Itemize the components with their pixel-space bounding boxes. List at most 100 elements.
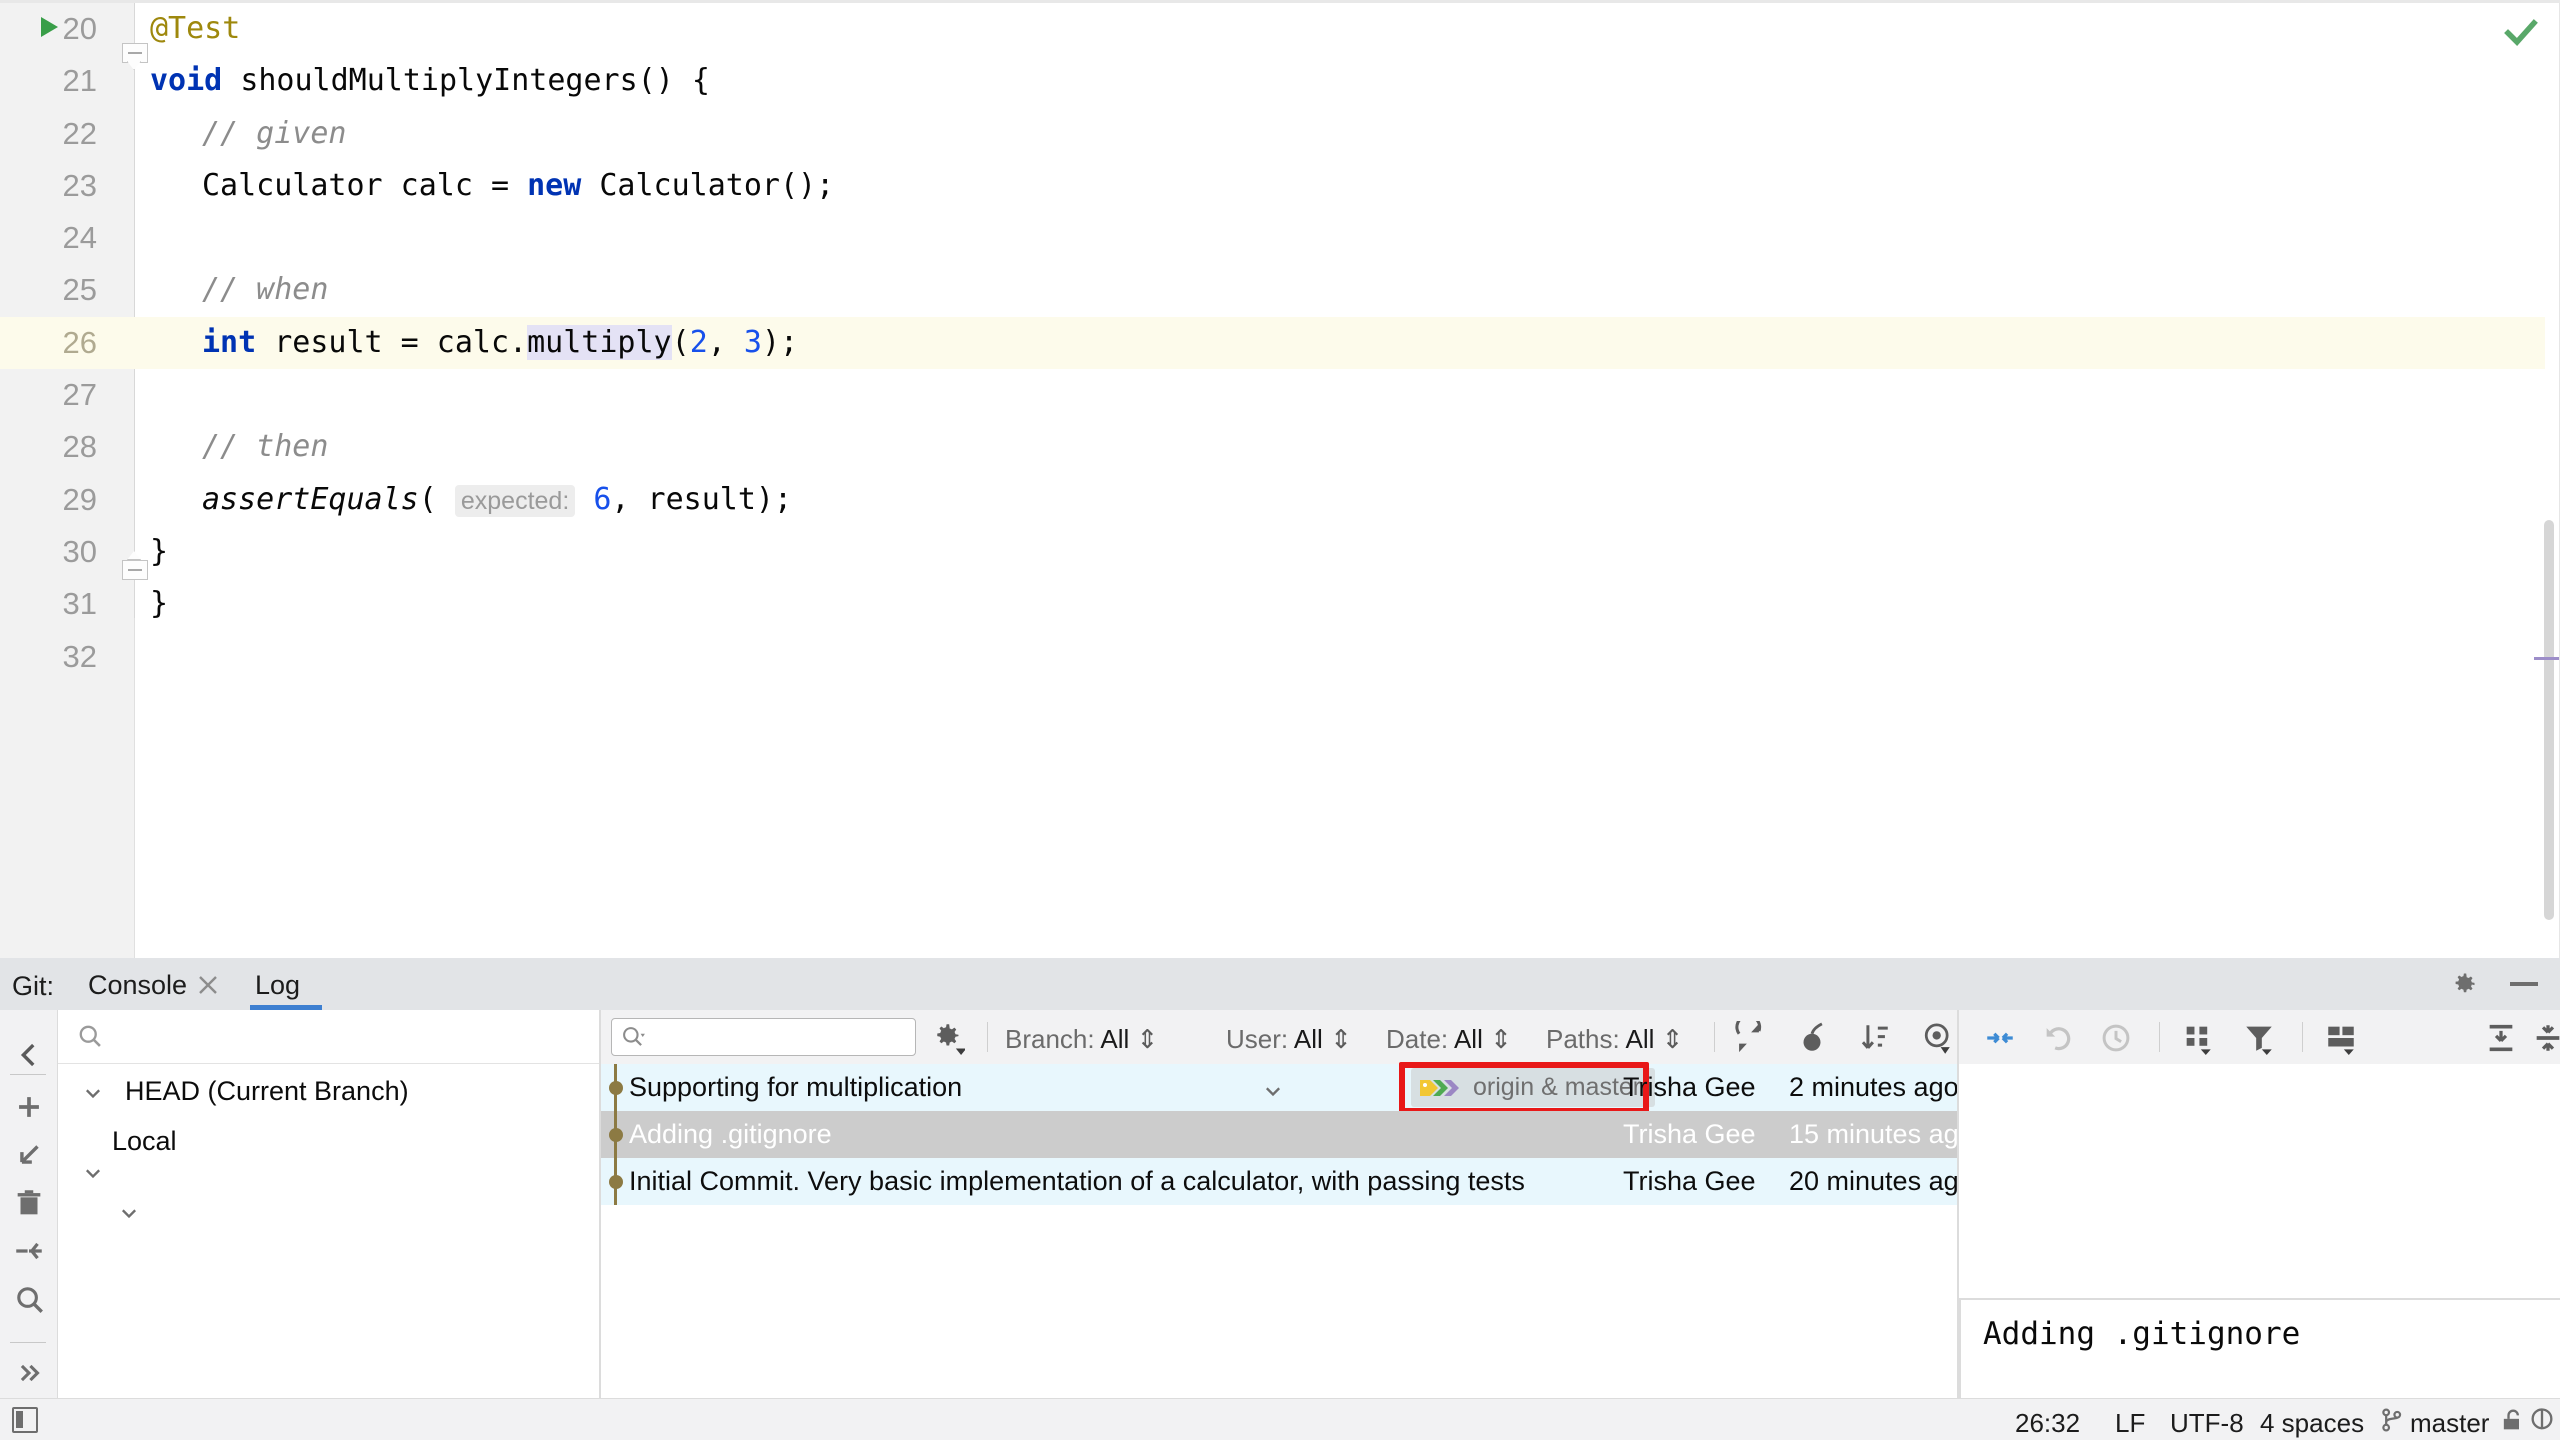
branch-search-field[interactable] xyxy=(58,1010,600,1064)
commit-graph-node[interactable] xyxy=(609,1128,623,1142)
branch-tree-local-group[interactable]: Local xyxy=(112,1126,177,1157)
code-line-text[interactable]: @Test xyxy=(150,3,240,55)
code-token: , xyxy=(708,325,744,360)
code-token: ( xyxy=(672,325,690,360)
code-token: 3 xyxy=(744,325,762,360)
filter-paths[interactable]: Paths: All ⇕ xyxy=(1546,1024,1683,1055)
cherry-pick-icon[interactable] xyxy=(1795,1021,1829,1055)
code-line[interactable]: 24 xyxy=(0,212,2545,264)
commit-date: 15 minutes ago xyxy=(1789,1119,1974,1150)
git-tool-window[interactable]: Git: Console Log xyxy=(0,958,2560,1398)
code-line-text[interactable]: int result = calc.multiply(2, 3); xyxy=(202,317,798,369)
minimize-icon[interactable] xyxy=(2510,982,2538,986)
indent-setting[interactable]: 4 spaces xyxy=(2260,1408,2364,1439)
commit-row[interactable]: Adding .gitignoreTrisha Gee15 minutes ag… xyxy=(601,1111,1958,1158)
filter-user[interactable]: User: All ⇕ xyxy=(1226,1024,1352,1055)
inspection-ok-icon[interactable] xyxy=(2504,16,2538,50)
chevron-down-icon[interactable] xyxy=(118,1202,140,1224)
filter-date[interactable]: Date: All ⇕ xyxy=(1386,1024,1512,1055)
merge-icon[interactable] xyxy=(12,1234,46,1268)
code-line[interactable]: 32 xyxy=(0,631,2545,683)
collapse-left-icon[interactable] xyxy=(12,1038,46,1072)
toggle-tool-windows-icon[interactable] xyxy=(12,1407,38,1433)
filter-branch[interactable]: Branch: All ⇕ xyxy=(1005,1024,1158,1055)
log-search-input[interactable] xyxy=(611,1018,916,1056)
git-left-action-strip[interactable] xyxy=(0,1010,58,1398)
line-number: 26 xyxy=(0,317,105,369)
refresh-icon[interactable] xyxy=(1732,1021,1766,1055)
revert-icon[interactable] xyxy=(2041,1021,2075,1055)
close-icon[interactable] xyxy=(197,974,219,996)
git-commit-list[interactable]: Supporting for multiplicationorigin & ma… xyxy=(601,1064,1958,1398)
log-settings-gear-icon[interactable] xyxy=(931,1021,965,1055)
commit-date: 20 minutes ago xyxy=(1789,1166,1974,1197)
commit-row[interactable]: Initial Commit. Very basic implementatio… xyxy=(601,1158,1958,1205)
code-editor[interactable]: 20@Test21 void shouldMultiplyIntegers() {… xyxy=(0,0,2560,958)
branch-tree-head[interactable]: HEAD (Current Branch) xyxy=(125,1076,409,1107)
tab-console[interactable]: Console xyxy=(88,970,187,1001)
gear-icon[interactable] xyxy=(2450,970,2478,998)
caret-position[interactable]: 26:32 xyxy=(2015,1408,2080,1439)
encoding[interactable]: UTF-8 xyxy=(2170,1408,2244,1439)
code-line[interactable]: 30} xyxy=(0,526,2545,578)
code-line[interactable]: 25// when xyxy=(0,264,2545,316)
code-line-text[interactable]: // when xyxy=(202,264,328,316)
add-icon[interactable] xyxy=(12,1090,46,1124)
collapse-all-icon[interactable] xyxy=(2531,1021,2560,1055)
commit-graph-node[interactable] xyxy=(609,1175,623,1189)
chevron-down-icon[interactable] xyxy=(82,1162,104,1184)
expand-all-icon[interactable] xyxy=(2484,1021,2518,1055)
line-number: 21 xyxy=(0,55,105,107)
code-line-text[interactable]: // then xyxy=(202,421,328,473)
chevron-down-icon[interactable] xyxy=(1262,1080,1284,1102)
delete-icon[interactable] xyxy=(12,1186,46,1220)
editor-scrollbar[interactable] xyxy=(2544,520,2554,920)
group-by-icon[interactable] xyxy=(2181,1021,2215,1055)
code-line[interactable]: 20@Test xyxy=(0,3,2545,55)
commit-details-toolbar[interactable] xyxy=(1959,1010,2560,1064)
code-line[interactable]: 31} xyxy=(0,578,2545,630)
chevron-down-icon[interactable] xyxy=(82,1082,104,1104)
branch-icon[interactable] xyxy=(2378,1406,2406,1434)
filter-icon[interactable] xyxy=(2242,1021,2276,1055)
current-branch[interactable]: master xyxy=(2410,1408,2489,1439)
line-separator[interactable]: LF xyxy=(2115,1408,2145,1439)
run-test-arrow-icon[interactable] xyxy=(41,17,58,37)
code-line-text[interactable]: void shouldMultiplyIntegers() { xyxy=(150,55,710,107)
code-line[interactable]: 27 xyxy=(0,369,2545,421)
commit-subject: Initial Commit. Very basic implementatio… xyxy=(629,1166,1525,1197)
fold-collapse-end-icon[interactable] xyxy=(122,560,148,586)
commit-ref-badge[interactable]: origin & master xyxy=(1411,1068,1655,1107)
code-lines[interactable]: 20@Test21 void shouldMultiplyIntegers() {… xyxy=(0,3,2545,683)
code-line-text[interactable]: } xyxy=(150,578,168,630)
more-icon[interactable] xyxy=(12,1356,46,1390)
code-line[interactable]: 28// then xyxy=(0,421,2545,473)
code-line[interactable]: 22// given xyxy=(0,108,2545,160)
line-number: 31 xyxy=(0,578,105,630)
search-icon[interactable] xyxy=(12,1282,46,1316)
commit-message-splitter[interactable] xyxy=(1959,1298,2560,1300)
code-line[interactable]: 23Calculator calc = new Calculator(); xyxy=(0,160,2545,212)
expand-collapse-icon[interactable] xyxy=(1983,1021,2017,1055)
fold-collapse-icon[interactable] xyxy=(122,43,148,69)
commit-graph-node[interactable] xyxy=(609,1081,623,1095)
code-line[interactable]: 29assertEquals( expected: 6, result); xyxy=(0,474,2545,526)
lock-icon[interactable] xyxy=(2498,1406,2526,1434)
code-line[interactable]: 21 void shouldMultiplyIntegers() { xyxy=(0,55,2545,107)
intellisort-eye-icon[interactable] xyxy=(1921,1021,1955,1055)
history-icon[interactable] xyxy=(2099,1021,2133,1055)
tab-log[interactable]: Log xyxy=(255,970,300,1001)
layout-icon[interactable] xyxy=(2324,1021,2358,1055)
code-line-text[interactable]: assertEquals( expected: 6, result); xyxy=(202,474,792,526)
log-filter-toolbar[interactable]: Branch: All ⇕ User: All ⇕ Date: All ⇕ Pa… xyxy=(601,1010,1958,1064)
code-token: shouldMultiplyIntegers xyxy=(240,63,637,98)
code-line-text[interactable]: // given xyxy=(202,108,347,160)
code-line-text[interactable]: } xyxy=(150,526,168,578)
search-everywhere-icon[interactable] xyxy=(2528,1406,2556,1434)
toolbar-divider xyxy=(987,1022,988,1052)
code-line[interactable]: 26 int result = calc.multiply(2, 3); xyxy=(0,317,2545,369)
sort-icon[interactable] xyxy=(1858,1021,1892,1055)
checkout-icon[interactable] xyxy=(12,1138,46,1172)
code-token: new xyxy=(527,168,599,203)
code-line-text[interactable]: Calculator calc = new Calculator(); xyxy=(202,160,834,212)
